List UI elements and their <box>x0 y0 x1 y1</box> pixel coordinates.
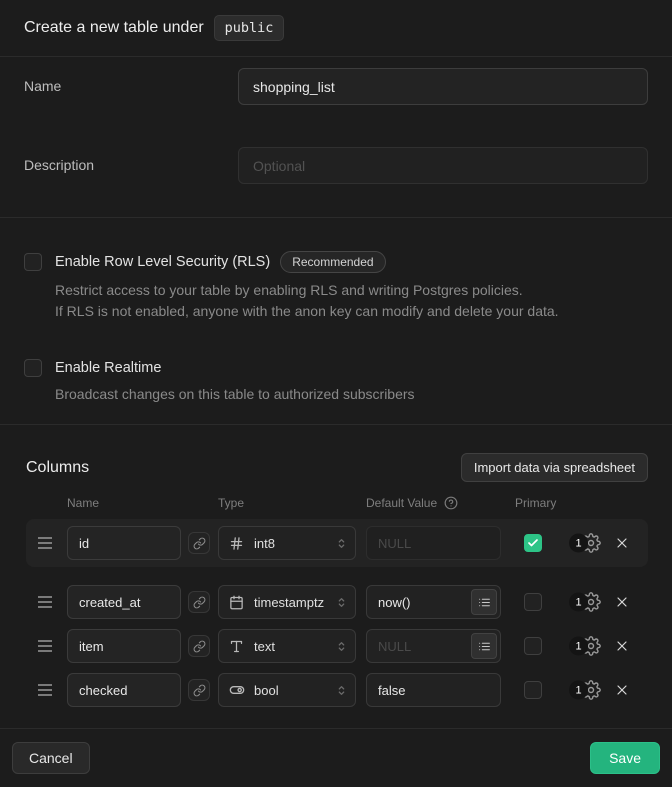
grid-header-primary: Primary <box>515 496 648 510</box>
cancel-button[interactable]: Cancel <box>12 742 90 774</box>
grid-header-default: Default Value <box>366 496 515 510</box>
columns-section: Columns Import data via spreadsheet Name… <box>0 425 672 729</box>
default-value-input <box>366 526 501 560</box>
table-description-input[interactable] <box>238 147 648 184</box>
default-value-wrap <box>366 526 501 560</box>
rls-description-line1: Restrict access to your table by enablin… <box>55 280 648 301</box>
settings-count-badge: 1 <box>569 593 588 612</box>
rls-description: Restrict access to your table by enablin… <box>55 280 648 322</box>
column-type-select[interactable]: text <box>218 629 356 663</box>
hash-icon <box>229 536 245 551</box>
drag-handle-icon[interactable] <box>38 684 52 696</box>
settings-count-badge: 1 <box>569 681 588 700</box>
table-name-input[interactable] <box>238 68 648 105</box>
import-spreadsheet-button[interactable]: Import data via spreadsheet <box>461 453 648 482</box>
text-icon <box>229 639 245 654</box>
realtime-checkbox[interactable] <box>24 359 42 377</box>
column-row-id: int8 1 <box>26 519 648 567</box>
drag-handle-icon[interactable] <box>38 537 52 549</box>
foreign-key-link-icon[interactable] <box>188 532 210 554</box>
chevron-up-down-icon <box>335 683 348 698</box>
column-type-select[interactable]: int8 <box>218 526 356 560</box>
column-row-item: text 1 <box>26 629 648 663</box>
grid-header-name: Name <box>67 496 218 510</box>
primary-key-checkbox[interactable] <box>524 681 542 699</box>
foreign-key-link-icon[interactable] <box>188 635 210 657</box>
column-name-input[interactable] <box>67 629 181 663</box>
column-name-input[interactable] <box>67 585 181 619</box>
columns-header: Columns Import data via spreadsheet <box>26 453 648 482</box>
column-row-created-at: timestamptz 1 <box>26 585 648 619</box>
column-name-input[interactable] <box>67 673 181 707</box>
table-properties-section: Name Description <box>0 57 672 218</box>
column-type-select[interactable]: bool <box>218 673 356 707</box>
name-field-row: Name <box>24 68 648 105</box>
foreign-key-link-icon[interactable] <box>188 591 210 613</box>
column-row-checked: bool 1 <box>26 673 648 707</box>
primary-key-checkbox[interactable] <box>524 593 542 611</box>
delete-column-button[interactable] <box>613 534 631 552</box>
foreign-key-link-icon[interactable] <box>188 679 210 701</box>
primary-key-checkbox[interactable] <box>524 534 542 552</box>
column-type-value: bool <box>254 683 335 698</box>
columns-grid-header: Name Type Default Value Primary <box>26 496 648 510</box>
chevron-up-down-icon <box>335 536 348 551</box>
rls-toggle-group: Enable Row Level Security (RLS) Recommen… <box>24 251 648 322</box>
default-value-wrap <box>366 673 501 707</box>
drag-handle-icon[interactable] <box>38 596 52 608</box>
column-type-value: timestamptz <box>254 595 335 610</box>
default-suggestions-icon[interactable] <box>471 589 497 615</box>
settings-count-badge: 1 <box>569 637 588 656</box>
columns-title: Columns <box>26 459 89 477</box>
realtime-toggle-group: Enable Realtime Broadcast changes on thi… <box>24 359 648 405</box>
column-settings-button[interactable]: 1 <box>581 533 601 553</box>
delete-column-button[interactable] <box>613 637 631 655</box>
calendar-icon <box>229 595 245 610</box>
chevron-up-down-icon <box>335 595 348 610</box>
help-icon[interactable] <box>444 496 458 510</box>
delete-column-button[interactable] <box>613 681 631 699</box>
recommended-badge: Recommended <box>280 251 385 273</box>
column-name-input[interactable] <box>67 526 181 560</box>
default-value-wrap <box>366 629 501 663</box>
schema-badge: public <box>214 15 285 41</box>
save-button[interactable]: Save <box>590 742 660 774</box>
column-settings-button[interactable]: 1 <box>581 680 601 700</box>
name-label: Name <box>24 68 238 94</box>
create-table-dialog: Create a new table under public Name Des… <box>0 0 672 787</box>
realtime-toggle-head: Enable Realtime <box>24 359 648 377</box>
grid-header-type: Type <box>218 496 366 510</box>
default-value-input[interactable] <box>366 673 501 707</box>
chevron-up-down-icon <box>335 639 348 654</box>
primary-key-checkbox[interactable] <box>524 637 542 655</box>
toggle-icon <box>229 682 245 698</box>
settings-count-badge: 1 <box>569 534 588 553</box>
rls-checkbox[interactable] <box>24 253 42 271</box>
description-label: Description <box>24 147 238 173</box>
dialog-title: Create a new table under <box>24 19 204 37</box>
column-type-select[interactable]: timestamptz <box>218 585 356 619</box>
delete-column-button[interactable] <box>613 593 631 611</box>
rls-description-line2: If RLS is not enabled, anyone with the a… <box>55 301 648 322</box>
table-options-section: Enable Row Level Security (RLS) Recommen… <box>0 218 672 425</box>
drag-handle-icon[interactable] <box>38 640 52 652</box>
realtime-label: Enable Realtime <box>55 360 161 376</box>
column-settings-button[interactable]: 1 <box>581 636 601 656</box>
column-type-value: int8 <box>254 536 335 551</box>
dialog-header: Create a new table under public <box>0 0 672 57</box>
rls-toggle-head: Enable Row Level Security (RLS) Recommen… <box>24 251 648 273</box>
column-type-value: text <box>254 639 335 654</box>
realtime-description: Broadcast changes on this table to autho… <box>55 384 648 405</box>
default-value-wrap <box>366 585 501 619</box>
column-settings-button[interactable]: 1 <box>581 592 601 612</box>
rls-label: Enable Row Level Security (RLS) <box>55 254 270 270</box>
grid-header-default-label: Default Value <box>366 496 437 510</box>
default-suggestions-icon[interactable] <box>471 633 497 659</box>
description-field-row: Description <box>24 147 648 184</box>
dialog-footer: Cancel Save <box>0 729 672 787</box>
